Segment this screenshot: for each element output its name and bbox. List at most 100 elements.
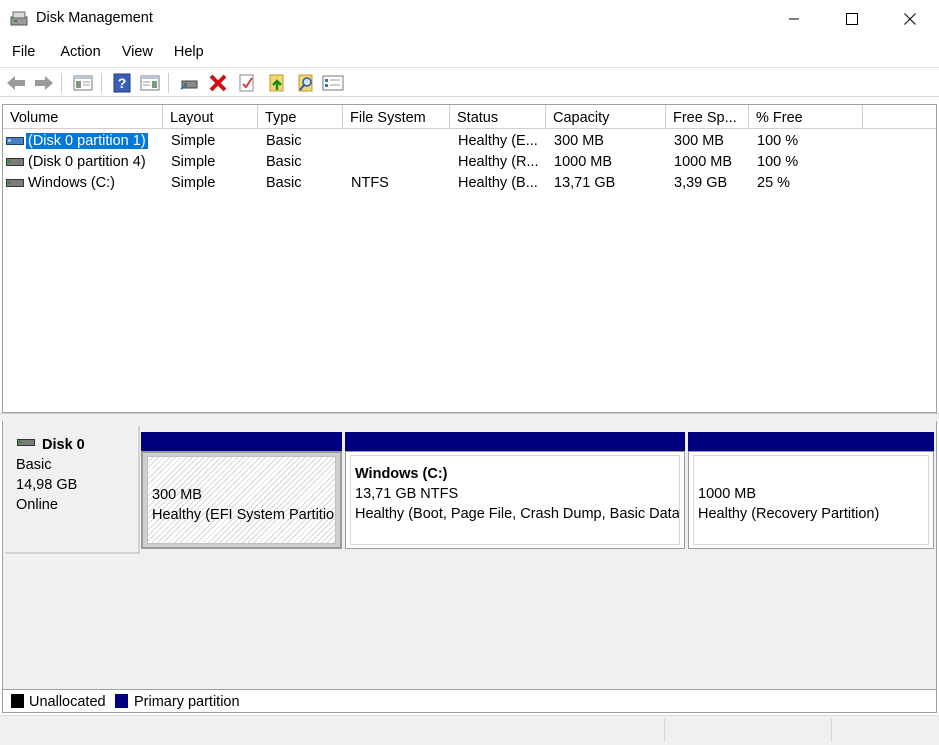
minimize-icon [789,18,799,20]
forward-arrow-icon [35,76,53,90]
column-header-filler [863,105,936,129]
partition-windows-body: Windows (C:) 13,71 GB NTFS Healthy (Boot… [350,455,680,545]
partition-status: Healthy (Recovery Partition) [698,506,880,522]
capacity-cell: 13,71 GB [554,175,616,191]
maximize-icon [846,13,858,25]
partition-bar-efi [141,432,342,451]
percent-free-cell: 100 % [757,154,799,170]
table-row[interactable]: (Disk 0 partition 4) Simple Basic Health… [3,152,936,173]
column-header-percent-free[interactable]: % Free [749,105,863,129]
capacity-cell: 1000 MB [554,154,613,170]
window-title: Disk Management [36,10,153,26]
menu-help[interactable]: Help [161,40,212,66]
partition-bar-recovery [688,432,934,451]
disk-icon [17,439,35,446]
disk-graphical-view: Disk 0 Basic 14,98 GB Online 300 MB Heal… [2,421,937,689]
column-header-volume[interactable]: Volume [3,105,163,129]
volume-icon [6,137,24,145]
percent-free-cell: 100 % [757,133,799,149]
volume-name: (Disk 0 partition 1) [26,133,148,149]
forward-button[interactable] [33,72,55,94]
close-button[interactable] [881,0,939,38]
disk-management-app-icon [10,11,28,26]
toolbar-separator [168,73,169,93]
layout-cell: Simple [171,154,216,170]
column-header-type[interactable]: Type [258,105,343,129]
status-bar-divider [664,718,665,742]
toolbar: ? [0,67,939,97]
close-icon [904,13,916,25]
partition-status: Healthy (Boot, Page File, Crash Dump, Ba… [355,506,680,522]
disk-info-panel[interactable]: Disk 0 Basic 14,98 GB Online [5,426,140,554]
partition-title: Windows (C:) [355,466,448,482]
percent-free-cell: 25 % [757,175,791,191]
connect-disk-button[interactable] [178,72,200,94]
toolbar-separator [61,73,62,93]
back-arrow-icon [7,76,25,90]
toolbar-separator [101,73,102,93]
partition-recovery-body: 1000 MB Healthy (Recovery Partition) [693,455,929,545]
help-button[interactable]: ? [111,72,133,94]
partition-efi[interactable]: 300 MB Healthy (EFI System Partitio [141,451,342,549]
type-cell: Basic [266,154,302,170]
status-cell: Healthy (R... [458,154,539,170]
free-space-cell: 1000 MB [674,154,733,170]
status-cell: Healthy (B... [458,175,538,191]
column-header-layout[interactable]: Layout [163,105,258,129]
status-cell: Healthy (E... [458,133,538,149]
partition-status: Healthy (EFI System Partitio [152,507,335,523]
partition-recovery[interactable]: 1000 MB Healthy (Recovery Partition) [688,451,934,549]
column-header-status[interactable]: Status [450,105,546,129]
menu-action[interactable]: Action [43,40,108,66]
partition-bar-windows [345,432,685,451]
volume-icon [6,158,24,166]
capacity-cell: 300 MB [554,133,604,149]
refresh-button[interactable] [322,72,344,94]
menu-bar: File Action View Help [0,40,939,66]
column-header-file-system[interactable]: File System [343,105,450,129]
type-cell: Basic [266,175,302,191]
column-header-row: Volume Layout Type File System Status Ca… [3,105,936,129]
layout-cell: Simple [171,175,216,191]
delete-button[interactable] [207,72,229,94]
show-hide-console-tree-button[interactable] [72,72,94,94]
show-hide-action-pane-icon [140,75,160,91]
layout-cell: Simple [171,133,216,149]
column-header-free-space[interactable]: Free Sp... [666,105,749,129]
show-hide-action-pane-button[interactable] [139,72,161,94]
help-icon: ? [113,73,131,93]
partition-size: 1000 MB [698,486,757,502]
partition-windows[interactable]: Windows (C:) 13,71 GB NTFS Healthy (Boot… [345,451,685,549]
back-button[interactable] [5,72,27,94]
disk-size: 14,98 GB [16,477,78,493]
legend-swatch-primary [115,694,128,708]
status-bar-divider [831,718,832,742]
free-space-cell: 300 MB [674,133,724,149]
legend: Unallocated Primary partition [2,689,937,713]
type-cell: Basic [266,133,302,149]
pane-splitter[interactable] [0,413,939,421]
menu-view[interactable]: View [109,40,161,66]
find-button[interactable] [295,72,317,94]
find-icon [298,74,313,92]
export-list-button[interactable] [266,72,288,94]
refresh-icon [322,75,344,91]
minimize-button[interactable] [765,0,823,38]
table-row[interactable]: Windows (C:) Simple Basic NTFS Healthy (… [3,173,936,194]
status-bar [0,715,939,745]
menu-file[interactable]: File [0,40,43,66]
show-hide-console-tree-icon [73,75,93,91]
maximize-button[interactable] [823,0,881,38]
legend-label-primary: Primary partition [134,694,240,710]
volume-icon [6,179,24,187]
column-header-capacity[interactable]: Capacity [546,105,666,129]
legend-label-unallocated: Unallocated [29,694,106,710]
properties-button[interactable] [236,72,258,94]
volume-name: (Disk 0 partition 4) [28,154,146,170]
export-list-icon [269,74,284,92]
disk-name: Disk 0 [42,437,85,453]
table-row[interactable]: (Disk 0 partition 1) Simple Basic Health… [3,131,936,152]
svg-text:?: ? [118,75,127,91]
file-system-cell: NTFS [351,175,389,191]
volume-name: Windows (C:) [28,175,116,191]
